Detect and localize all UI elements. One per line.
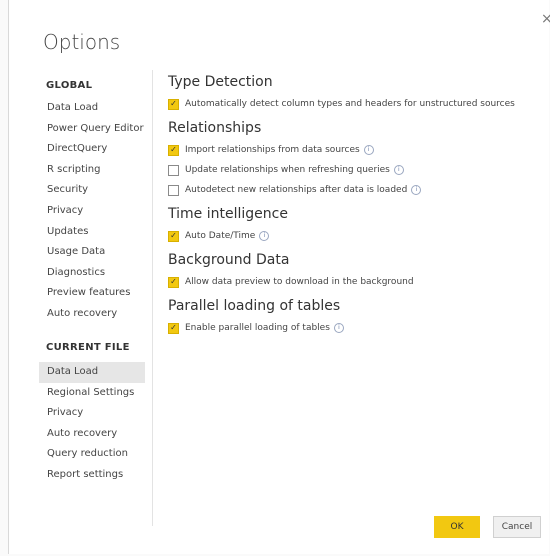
nav-item-privacy-current[interactable]: Privacy (39, 403, 145, 424)
section-title-background-data: Background Data (168, 252, 290, 268)
checkbox-checked-icon[interactable]: ✓ (168, 322, 179, 334)
nav-item-security[interactable]: Security (39, 180, 145, 201)
option-label: Auto Date/Time (185, 231, 256, 241)
info-icon[interactable]: i (363, 145, 374, 155)
section-title-type-detection: Type Detection (168, 74, 273, 90)
cancel-button[interactable]: Cancel (493, 516, 541, 538)
nav-item-usage-data[interactable]: Usage Data (39, 242, 145, 263)
option-autodetect-relationships[interactable]: Autodetect new relationships after data … (168, 180, 548, 200)
checkbox-checked-icon[interactable]: ✓ (168, 276, 179, 288)
nav-header-current-file: CURRENT FILE (46, 342, 130, 353)
option-update-relationships[interactable]: Update relationships when refreshing que… (168, 160, 548, 180)
info-icon[interactable]: i (333, 323, 344, 333)
section-title-parallel-loading: Parallel loading of tables (168, 298, 341, 314)
option-import-relationships[interactable]: ✓ Import relationships from data sources… (168, 140, 548, 160)
checkbox-checked-icon[interactable]: ✓ (168, 98, 179, 110)
option-label: Automatically detect column types and he… (185, 99, 515, 109)
nav-item-updates[interactable]: Updates (39, 222, 145, 243)
option-detect-column-types[interactable]: ✓ Automatically detect column types and … (168, 94, 548, 114)
nav-divider (152, 70, 153, 526)
checkbox-checked-icon[interactable]: ✓ (168, 144, 179, 156)
nav-item-privacy-global[interactable]: Privacy (39, 201, 145, 222)
nav-item-preview-features[interactable]: Preview features (39, 283, 145, 304)
section-title-time-intelligence: Time intelligence (168, 206, 288, 222)
nav-item-query-reduction[interactable]: Query reduction (39, 444, 145, 465)
option-parallel-loading[interactable]: ✓ Enable parallel loading of tables i (168, 318, 548, 338)
section-title-relationships: Relationships (168, 120, 262, 136)
nav-header-global: GLOBAL (46, 80, 93, 91)
option-label: Allow data preview to download in the ba… (185, 277, 414, 287)
settings-content: Type Detection ✓ Automatically detect co… (168, 72, 548, 338)
option-label: Autodetect new relationships after data … (185, 185, 408, 195)
options-dialog: × Options GLOBAL Data Load Power Query E… (8, 0, 550, 554)
nav-list-global: Data Load Power Query Editor DirectQuery… (39, 98, 145, 325)
dialog-title: Options (43, 30, 121, 54)
info-icon[interactable]: i (411, 185, 422, 195)
nav-item-power-query-editor[interactable]: Power Query Editor (39, 119, 145, 140)
checkbox-unchecked-icon[interactable] (168, 164, 179, 176)
option-label: Enable parallel loading of tables (185, 323, 330, 333)
option-label: Import relationships from data sources (185, 145, 360, 155)
nav-item-r-scripting[interactable]: R scripting (39, 160, 145, 181)
nav-item-auto-recovery-current[interactable]: Auto recovery (39, 424, 145, 445)
nav-item-diagnostics[interactable]: Diagnostics (39, 263, 145, 284)
option-auto-date-time[interactable]: ✓ Auto Date/Time i (168, 226, 548, 246)
nav-item-auto-recovery-global[interactable]: Auto recovery (39, 304, 145, 325)
checkbox-unchecked-icon[interactable] (168, 184, 179, 196)
checkbox-checked-icon[interactable]: ✓ (168, 230, 179, 242)
info-icon[interactable]: i (259, 231, 270, 241)
nav-item-data-load-current[interactable]: Data Load (39, 362, 145, 383)
nav-list-current-file: Data Load Regional Settings Privacy Auto… (39, 362, 145, 486)
option-label: Update relationships when refreshing que… (185, 165, 390, 175)
nav-item-report-settings[interactable]: Report settings (39, 465, 145, 486)
ok-button[interactable]: OK (434, 516, 480, 538)
option-background-preview[interactable]: ✓ Allow data preview to download in the … (168, 272, 548, 292)
nav-item-regional-settings[interactable]: Regional Settings (39, 383, 145, 404)
nav-item-data-load-global[interactable]: Data Load (39, 98, 145, 119)
close-icon[interactable]: × (541, 12, 550, 26)
nav-item-directquery[interactable]: DirectQuery (39, 139, 145, 160)
info-icon[interactable]: i (393, 165, 404, 175)
